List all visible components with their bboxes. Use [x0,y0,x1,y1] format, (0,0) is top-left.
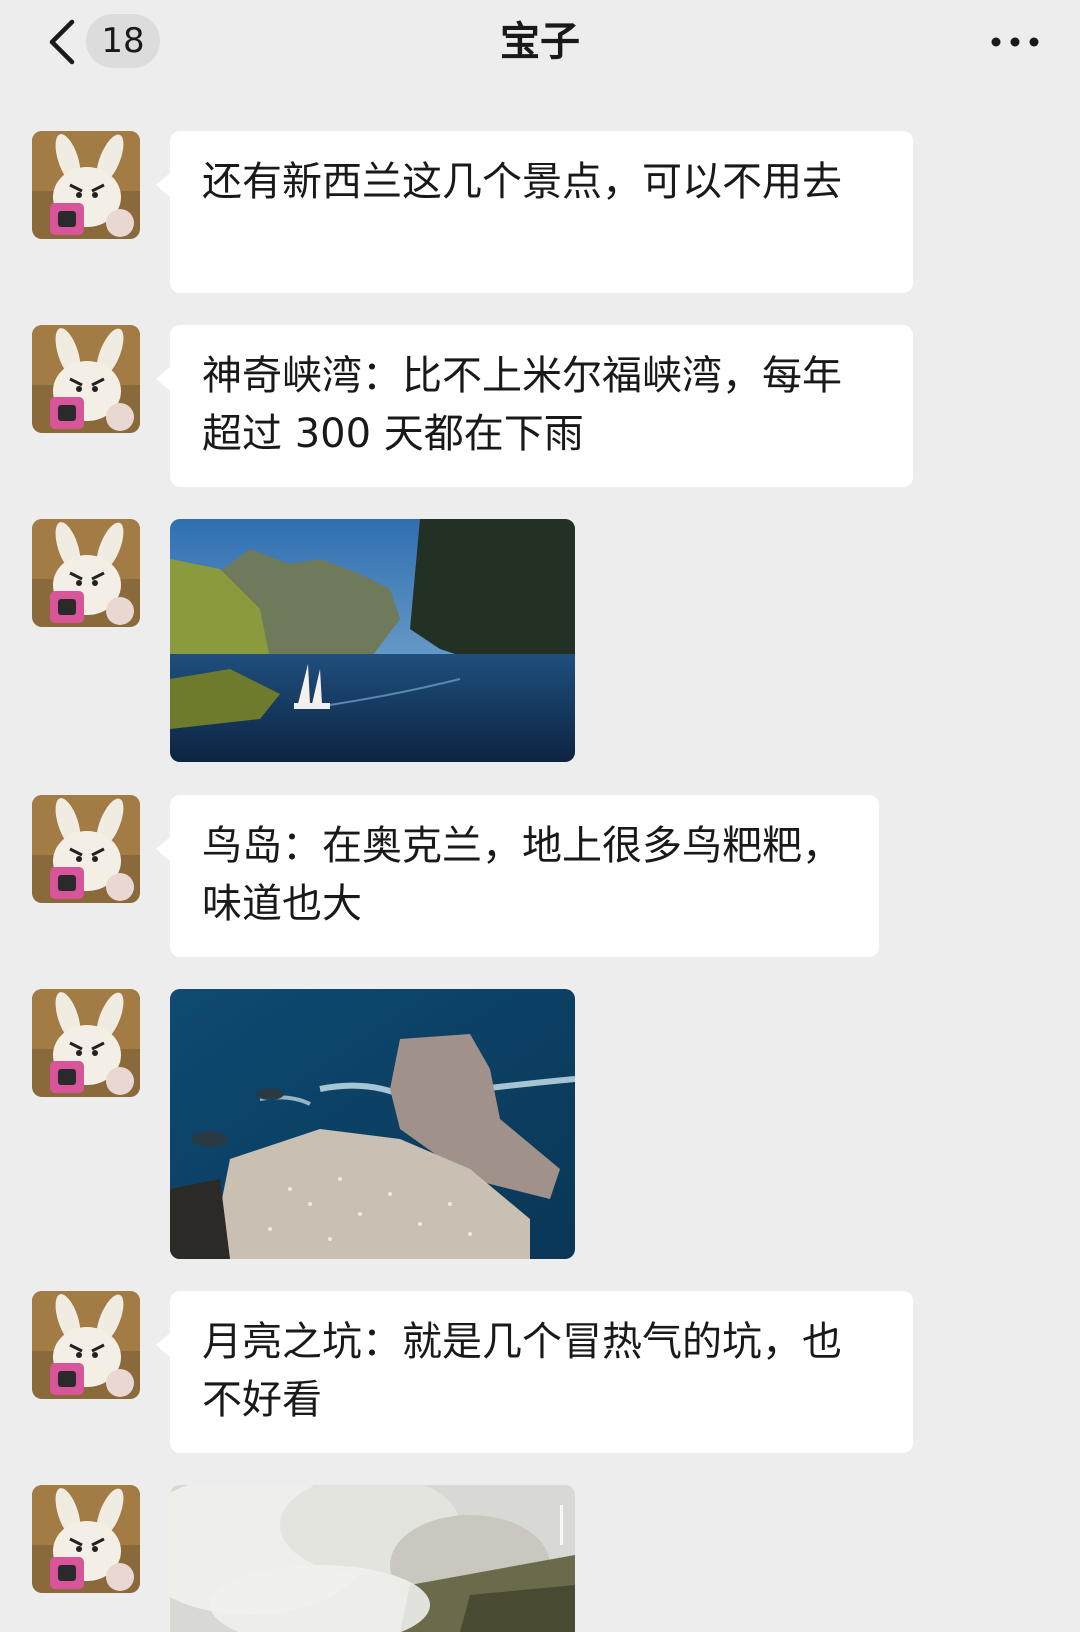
sender-avatar[interactable] [32,519,140,627]
message-bubble[interactable]: 神奇峡湾：比不上米尔福峡湾，每年超过 300 天都在下雨 [156,325,913,487]
bunny-avatar-icon [32,1291,140,1399]
chat-title: 宝子 [500,19,580,65]
message-bubble[interactable]: 还有新西兰这几个景点，可以不用去 [156,131,913,293]
bunny-avatar-icon [32,795,140,903]
gannet-colony-photo[interactable] [170,989,575,1259]
more-dots-icon [991,37,1039,47]
fiord-photo[interactable] [170,519,575,762]
sender-avatar[interactable] [32,1291,140,1399]
sender-avatar[interactable] [32,795,140,903]
message-bubble[interactable]: 鸟岛：在奥克兰，地上很多鸟粑粑，味道也大 [156,795,879,957]
sender-avatar[interactable] [32,325,140,433]
chat-header: 18 宝子 [0,0,1080,88]
sender-avatar[interactable] [32,989,140,1097]
bunny-avatar-icon [32,1485,140,1593]
chevron-left-icon [49,19,75,65]
sender-avatar[interactable] [32,1485,140,1593]
back-button[interactable] [38,14,84,70]
message-bubble[interactable]: 月亮之坑：就是几个冒热气的坑，也不好看 [156,1291,913,1453]
bunny-avatar-icon [32,519,140,627]
bunny-avatar-icon [32,131,140,239]
steaming-crater-photo[interactable] [170,1485,575,1632]
bunny-avatar-icon [32,989,140,1097]
sender-avatar[interactable] [32,131,140,239]
more-button[interactable] [970,14,1060,70]
unread-count-badge[interactable]: 18 [86,14,160,68]
bunny-avatar-icon [32,325,140,433]
